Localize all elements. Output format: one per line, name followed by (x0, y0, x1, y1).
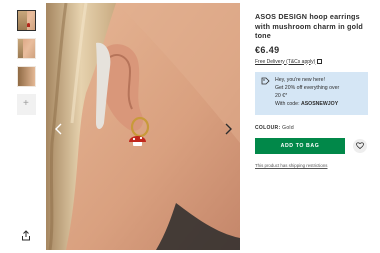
promo-code: ASOSNEWJOY (300, 100, 339, 107)
chevron-left-icon[interactable] (52, 122, 66, 136)
thumbnail-1[interactable] (17, 10, 36, 31)
thumbnail-2[interactable] (17, 38, 36, 59)
promo-code-prefix: With code: (275, 100, 300, 107)
promo-line-3: 20 €* (275, 92, 288, 99)
promo-code-line: With code: ASOSNEWJOY (275, 100, 363, 108)
action-row: ADD TO BAG (255, 137, 370, 154)
thumbnail-gallery: + (17, 10, 37, 122)
promo-banner: Hey, you're new here! Get 20% off everyt… (255, 71, 368, 115)
product-price: €6.49 (255, 44, 280, 55)
thumbnail-4[interactable]: + (17, 94, 36, 115)
promo-line-2: Get 20% off everything over (275, 84, 340, 91)
share-icon[interactable] (21, 230, 31, 241)
external-link-icon (317, 59, 323, 64)
heart-icon (356, 142, 364, 149)
promo-line-1: Hey, you're new here! (275, 76, 325, 83)
free-delivery-text: Free Delivery (T&Cs apply) (255, 58, 316, 65)
colour-label: COLOUR: (255, 124, 281, 131)
colour-value: Gold (282, 124, 294, 131)
product-info-panel: ASOS DESIGN hoop earrings with mushroom … (255, 12, 370, 172)
shipping-restrictions-link[interactable]: This product has shipping restrictions (255, 163, 327, 168)
free-delivery-link[interactable]: Free Delivery (T&Cs apply) (255, 59, 370, 65)
colour-row: COLOUR: Gold (255, 125, 370, 131)
chevron-right-icon[interactable] (221, 122, 235, 136)
video-icon: + (23, 98, 29, 109)
save-for-later-button[interactable] (353, 138, 367, 153)
add-to-bag-button[interactable]: ADD TO BAG (255, 137, 345, 154)
model-ear-illustration (46, 3, 240, 250)
product-title: ASOS DESIGN hoop earrings with mushroom … (255, 12, 364, 40)
product-main-image (46, 3, 240, 250)
tag-icon (261, 77, 270, 84)
thumbnail-3[interactable] (17, 66, 36, 87)
